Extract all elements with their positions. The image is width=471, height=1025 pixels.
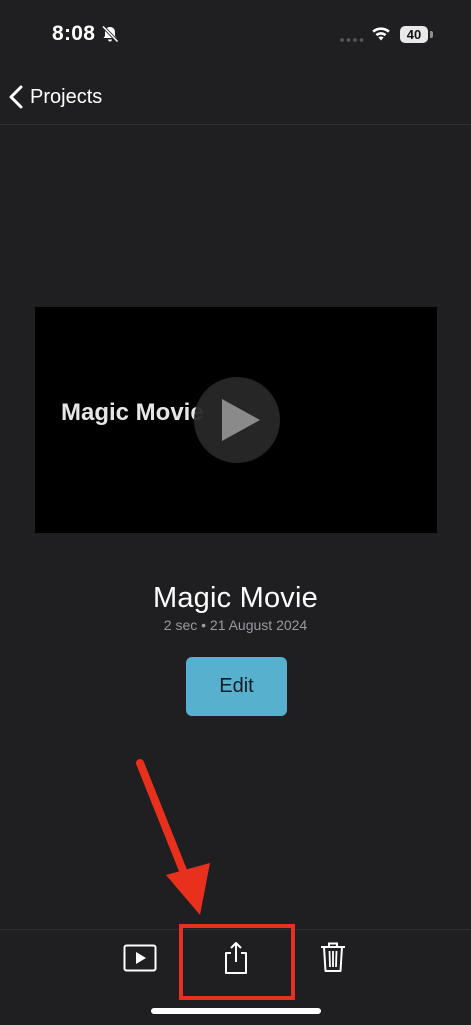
project-meta: 2 sec • 21 August 2024 xyxy=(163,617,308,633)
chevron-left-icon xyxy=(9,85,23,109)
nav-bar: Projects xyxy=(0,70,471,125)
back-label: Projects xyxy=(30,85,103,108)
back-button[interactable]: Projects xyxy=(8,80,102,114)
share-icon[interactable] xyxy=(221,940,251,976)
play-button[interactable] xyxy=(194,377,280,463)
bell-slash-icon xyxy=(101,25,119,43)
video-overlay-title: Magic Movie xyxy=(61,399,204,426)
play-preview-icon[interactable] xyxy=(123,944,157,972)
video-preview[interactable]: Magic Movie xyxy=(35,307,437,533)
battery-icon: 40 xyxy=(400,26,428,43)
edit-button[interactable]: Edit xyxy=(186,657,287,716)
battery-tip xyxy=(430,31,433,38)
status-time: 8:08 xyxy=(52,22,96,45)
wifi-icon xyxy=(372,27,390,41)
project-title: Magic Movie xyxy=(153,582,318,614)
play-icon xyxy=(222,399,260,441)
signal-dots-icon xyxy=(340,38,364,42)
bottom-toolbar xyxy=(0,924,471,1025)
trash-icon[interactable] xyxy=(318,940,348,974)
annotation-arrow xyxy=(136,759,210,915)
home-indicator[interactable] xyxy=(151,1008,321,1014)
status-bar: 8:08 40 xyxy=(0,0,471,70)
